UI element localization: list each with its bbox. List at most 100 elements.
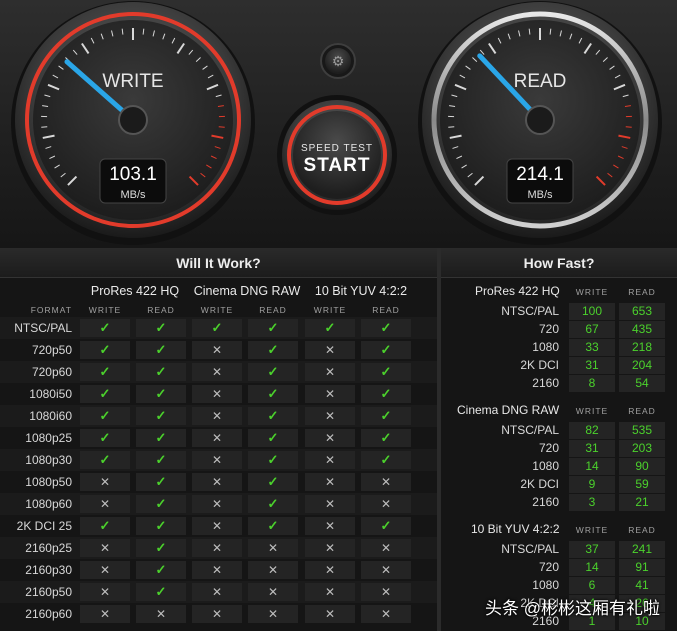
read-gauge-label: READ <box>514 71 567 92</box>
table-row: 2160p50 ✕ ✓ ✕ ✕ ✕ ✕ <box>0 581 437 603</box>
check-icon: ✓ <box>136 539 186 557</box>
how-fast-format-label: 2160 <box>532 376 559 390</box>
format-label: 2160p30 <box>25 563 72 577</box>
how-fast-read-value: 435 <box>631 322 653 336</box>
how-fast-write-value: 31 <box>585 441 599 455</box>
cross-icon: ✕ <box>305 341 355 359</box>
check-icon: ✓ <box>136 429 186 447</box>
how-fast-group-title: Cinema DNG RAW <box>457 403 560 417</box>
settings-button[interactable]: ⚙ <box>320 43 356 79</box>
how-fast-row: 2160 8 54 <box>441 375 677 393</box>
check-icon: ✓ <box>248 451 298 469</box>
check-icon: ✓ <box>361 385 411 403</box>
check-icon: ✓ <box>80 451 130 469</box>
how-fast-group-title: ProRes 422 HQ <box>475 284 560 298</box>
cross-icon: ✕ <box>192 341 242 359</box>
how-fast-format-label: 720 <box>538 441 559 455</box>
how-fast-format-label: 1080 <box>532 578 559 592</box>
how-fast-title: How Fast? <box>441 248 677 278</box>
format-label: 2160p60 <box>25 607 72 621</box>
how-fast-group-title: 10 Bit YUV 4:2:2 <box>471 522 560 536</box>
check-icon: ✓ <box>361 407 411 425</box>
how-fast-write-value: 100 <box>581 304 603 318</box>
how-fast-read-value: 241 <box>631 542 653 556</box>
start-button-line2: START <box>304 155 371 176</box>
sub-header-read: READ <box>372 305 400 315</box>
cross-icon: ✕ <box>361 583 411 601</box>
how-fast-write-value: 14 <box>585 560 599 574</box>
cross-icon: ✕ <box>248 539 298 557</box>
check-icon: ✓ <box>361 319 411 337</box>
how-fast-row: NTSC/PAL 82 535 <box>441 422 677 440</box>
cross-icon: ✕ <box>192 539 242 557</box>
check-icon: ✓ <box>80 429 130 447</box>
check-icon: ✓ <box>80 363 130 381</box>
cross-icon: ✕ <box>192 517 242 535</box>
sub-header-read: READ <box>147 305 175 315</box>
check-icon: ✓ <box>192 319 242 337</box>
how-fast-row: 1080 6 41 <box>441 577 677 595</box>
write-needle-hub <box>118 105 148 135</box>
how-fast-row: NTSC/PAL 100 653 <box>441 303 677 321</box>
check-icon: ✓ <box>248 341 298 359</box>
how-fast-read-value: 41 <box>635 578 649 592</box>
cross-icon: ✕ <box>305 385 355 403</box>
cross-icon: ✕ <box>80 605 130 623</box>
start-button[interactable]: SPEED TEST START <box>277 95 397 215</box>
cross-icon: ✕ <box>361 561 411 579</box>
table-row: 1080p50 ✕ ✓ ✕ ✓ ✕ ✕ <box>0 471 437 493</box>
cross-icon: ✕ <box>192 451 242 469</box>
check-icon: ✓ <box>80 385 130 403</box>
check-icon: ✓ <box>136 407 186 425</box>
table-row: 2160p60 ✕ ✕ ✕ ✕ ✕ ✕ <box>0 603 437 625</box>
start-button-line1: SPEED TEST <box>301 143 373 154</box>
check-icon: ✓ <box>361 517 411 535</box>
cross-icon: ✕ <box>80 473 130 491</box>
how-fast-format-label: NTSC/PAL <box>501 423 559 437</box>
cross-icon: ✕ <box>136 605 186 623</box>
how-fast-read-value: 90 <box>635 459 649 473</box>
cross-icon: ✕ <box>248 583 298 601</box>
cross-icon: ✕ <box>305 517 355 535</box>
how-fast-read-header: READ <box>628 525 656 535</box>
check-icon: ✓ <box>136 517 186 535</box>
table-row: 720p60 ✓ ✓ ✕ ✓ ✕ ✓ <box>0 361 437 383</box>
how-fast-row: 720 14 91 <box>441 559 677 577</box>
write-unit: MB/s <box>120 189 146 201</box>
how-fast-row: 720 67 435 <box>441 321 677 339</box>
how-fast-write-value: 9 <box>588 477 596 491</box>
check-icon: ✓ <box>136 451 186 469</box>
cross-icon: ✕ <box>305 451 355 469</box>
read-gauge: READ 214.1 MB/s <box>418 1 662 245</box>
format-label: 2160p25 <box>25 541 72 555</box>
format-label: 1080p30 <box>25 453 72 467</box>
how-fast-format-label: 2160 <box>532 495 559 509</box>
how-fast-write-value: 6 <box>588 578 596 592</box>
gauge-svg: WRITE 103.1 MB/s READ 214.1 MB/s ⚙ SPEED… <box>11 1 662 245</box>
check-icon: ✓ <box>136 561 186 579</box>
how-fast-read-value: 535 <box>631 423 653 437</box>
watermark: 头条 @彬彬这厢有礼啦 <box>485 599 660 618</box>
how-fast-format-label: 2K DCI <box>520 358 559 372</box>
check-icon: ✓ <box>80 341 130 359</box>
check-icon: ✓ <box>136 385 186 403</box>
how-fast-row: 1080 33 218 <box>441 339 677 357</box>
how-fast-format-label: NTSC/PAL <box>501 542 559 556</box>
cross-icon: ✕ <box>192 495 242 513</box>
how-fast-row: 2K DCI 31 204 <box>441 357 677 375</box>
cross-icon: ✕ <box>248 605 298 623</box>
gauge-area: WRITE 103.1 MB/s READ 214.1 MB/s ⚙ SPEED… <box>0 0 677 248</box>
check-icon: ✓ <box>248 319 298 337</box>
will-it-work-panel: Will It Work? ProRes 422 HQ Cinema DNG R… <box>0 248 437 631</box>
codec-header-prores: ProRes 422 HQ <box>90 284 180 298</box>
how-fast-row: 1080 14 90 <box>441 458 677 476</box>
codec-header-dng: Cinema DNG RAW <box>193 284 301 298</box>
how-fast-format-label: 2K DCI <box>520 477 559 491</box>
cross-icon: ✕ <box>192 561 242 579</box>
check-icon: ✓ <box>248 407 298 425</box>
table-row: 1080p30 ✓ ✓ ✕ ✓ ✕ ✓ <box>0 449 437 471</box>
how-fast-panel: How Fast? ProRes 422 HQ WRITE READ NTSC/PAL… <box>441 248 677 631</box>
how-fast-read-value: 653 <box>631 304 653 318</box>
cross-icon: ✕ <box>305 407 355 425</box>
how-fast-row: 2K DCI 9 59 <box>441 476 677 494</box>
